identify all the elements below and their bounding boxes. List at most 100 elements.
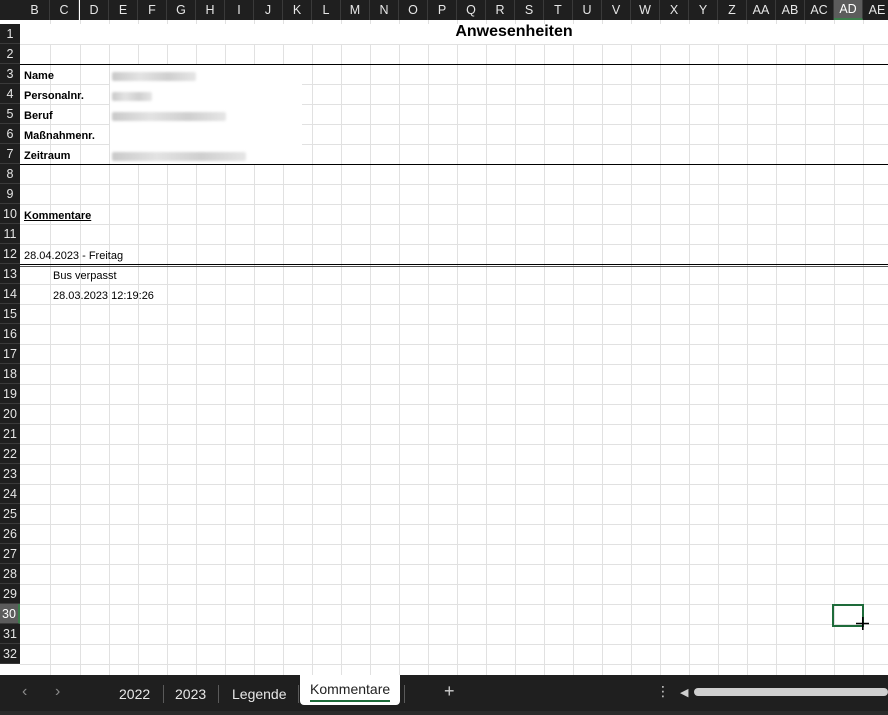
row-header-15[interactable]: 15 (0, 304, 20, 324)
row-header-31[interactable]: 31 (0, 624, 20, 644)
row-gridline (20, 564, 888, 565)
comment-timestamp: 28.03.2023 12:19:26 (53, 290, 154, 302)
row-header-26[interactable]: 26 (0, 524, 20, 544)
redacted-zeitraum-value (112, 152, 246, 161)
chevron-right-icon[interactable]: › (55, 683, 60, 701)
column-header-u[interactable]: U (573, 0, 602, 20)
sheet-tab-bar: ‹ › 2022 2023 Legende Kommentare + ⋮ ◀ (0, 675, 888, 715)
column-header-x[interactable]: X (660, 0, 689, 20)
row-gridline (20, 224, 888, 225)
scroll-left-icon[interactable]: ◀ (680, 686, 688, 699)
row-header-27[interactable]: 27 (0, 544, 20, 564)
column-header-b[interactable]: B (20, 0, 50, 20)
chevron-left-icon[interactable]: ‹ (22, 683, 27, 701)
row-header-16[interactable]: 16 (0, 324, 20, 344)
tab-separator (218, 685, 219, 703)
column-header-i[interactable]: I (225, 0, 254, 20)
column-gridline (544, 20, 545, 675)
row-header-18[interactable]: 18 (0, 364, 20, 384)
column-header-s[interactable]: S (515, 0, 544, 20)
column-header-j[interactable]: J (254, 0, 283, 20)
scrollbar-thumb[interactable] (694, 688, 888, 696)
column-header-aa[interactable]: AA (747, 0, 776, 20)
row-header-29[interactable]: 29 (0, 584, 20, 604)
column-header-f[interactable]: F (138, 0, 167, 20)
row-header-17[interactable]: 17 (0, 344, 20, 364)
row-header-30[interactable]: 30 (0, 604, 20, 624)
column-gridline (515, 20, 516, 675)
row-header-13[interactable]: 13 (0, 264, 20, 284)
column-header-v[interactable]: V (602, 0, 631, 20)
column-header-p[interactable]: P (428, 0, 457, 20)
column-gridline (805, 20, 806, 675)
redacted-beruf-value (112, 112, 226, 121)
label-name: Name (24, 70, 54, 82)
column-header-r[interactable]: R (486, 0, 515, 20)
column-header-h[interactable]: H (196, 0, 225, 20)
column-header-e[interactable]: E (109, 0, 138, 20)
tab-2022[interactable]: 2022 (109, 681, 160, 707)
row-header-23[interactable]: 23 (0, 464, 20, 484)
row-header-9[interactable]: 9 (0, 184, 20, 204)
row-header-6[interactable]: 6 (0, 124, 20, 144)
plus-icon[interactable]: + (444, 681, 455, 702)
row-header-3[interactable]: 3 (0, 64, 20, 84)
column-gridline (631, 20, 632, 675)
row-gridline (20, 624, 888, 625)
column-header-g[interactable]: G (167, 0, 196, 20)
column-header-ac[interactable]: AC (805, 0, 834, 20)
tab-2023[interactable]: 2023 (165, 681, 216, 707)
row-header-2[interactable]: 2 (0, 44, 20, 64)
row-header-12[interactable]: 12 (0, 244, 20, 264)
column-gridline (428, 20, 429, 675)
row-gridline (20, 204, 888, 205)
row-header-19[interactable]: 19 (0, 384, 20, 404)
row-gridline (20, 464, 888, 465)
row-gridline (20, 644, 888, 645)
row-header-11[interactable]: 11 (0, 224, 20, 244)
row-header-5[interactable]: 5 (0, 104, 20, 124)
row-header-20[interactable]: 20 (0, 404, 20, 424)
row-header-7[interactable]: 7 (0, 144, 20, 164)
row-gridline (20, 244, 888, 245)
row-header-22[interactable]: 22 (0, 444, 20, 464)
column-header-ab[interactable]: AB (776, 0, 805, 20)
spreadsheet-grid[interactable]: B C D E F G H I J K L M N O P Q R S T U V W X Y Z AA AB AC AD AE 1234… (0, 0, 888, 675)
horizontal-scrollbar[interactable]: ◀ (680, 686, 888, 699)
tab-kommentare[interactable]: Kommentare (300, 675, 401, 705)
column-header-ae[interactable]: AE (863, 0, 888, 20)
column-gridline (689, 20, 690, 675)
row-header-25[interactable]: 25 (0, 504, 20, 524)
row-header-24[interactable]: 24 (0, 484, 20, 504)
row-header-4[interactable]: 4 (0, 84, 20, 104)
column-header-m[interactable]: M (341, 0, 370, 20)
column-header-y[interactable]: Y (689, 0, 718, 20)
column-gridline (747, 20, 748, 675)
column-header-l[interactable]: L (312, 0, 341, 20)
column-gridline (457, 20, 458, 675)
tab-separator (404, 685, 405, 703)
column-header-ad[interactable]: AD (834, 0, 863, 20)
column-gridline (486, 20, 487, 675)
row-header-1[interactable]: 1 (0, 24, 20, 44)
row-header-21[interactable]: 21 (0, 424, 20, 444)
vertical-dots-icon[interactable]: ⋮ (656, 683, 670, 700)
row-header-14[interactable]: 14 (0, 284, 20, 304)
column-gridline (863, 20, 864, 675)
row-header-28[interactable]: 28 (0, 564, 20, 584)
row-header-32[interactable]: 32 (0, 644, 20, 664)
column-header-z[interactable]: Z (718, 0, 747, 20)
select-all-corner[interactable] (0, 0, 20, 20)
comment-text: Bus verpasst (53, 270, 117, 282)
column-header-o[interactable]: O (399, 0, 428, 20)
column-header-d[interactable]: D (80, 0, 109, 20)
column-header-k[interactable]: K (283, 0, 312, 20)
column-header-w[interactable]: W (631, 0, 660, 20)
column-header-q[interactable]: Q (457, 0, 486, 20)
row-header-10[interactable]: 10 (0, 204, 20, 224)
row-header-8[interactable]: 8 (0, 164, 20, 184)
tab-legende[interactable]: Legende (222, 681, 297, 707)
column-header-c[interactable]: C (50, 0, 79, 20)
column-header-n[interactable]: N (370, 0, 399, 20)
column-header-t[interactable]: T (544, 0, 573, 20)
